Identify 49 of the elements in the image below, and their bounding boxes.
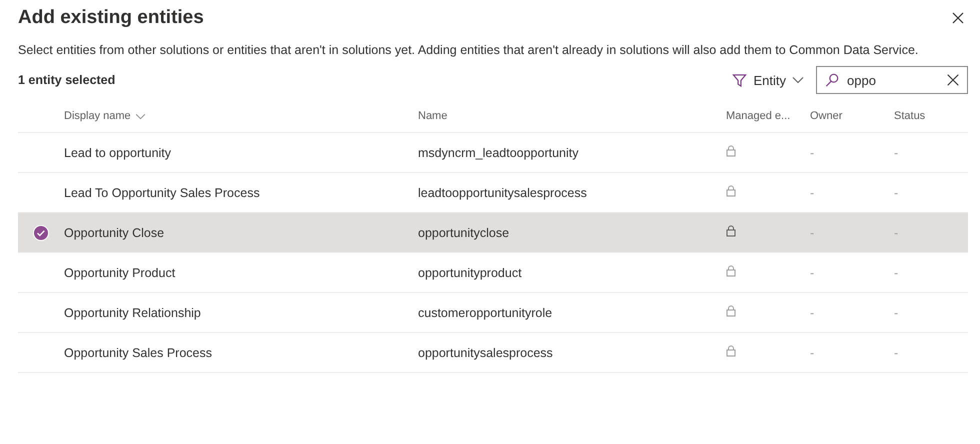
dialog-title: Add existing entities bbox=[18, 7, 204, 29]
clear-search-button[interactable] bbox=[946, 73, 960, 87]
sort-chevron-icon bbox=[134, 112, 146, 120]
table-cell-text: - bbox=[810, 266, 816, 280]
selection-count: 1 entity selected bbox=[18, 73, 116, 87]
table-cell-text: opportunityproduct bbox=[418, 266, 523, 280]
close-icon bbox=[950, 10, 966, 26]
lock-icon bbox=[726, 225, 736, 237]
column-header[interactable]: Display name bbox=[64, 110, 131, 122]
table-cell-text: - bbox=[894, 266, 900, 280]
table-cell-text: - bbox=[894, 146, 900, 160]
table-cell-text: - bbox=[810, 306, 816, 320]
column-header[interactable]: Managed e... bbox=[726, 110, 790, 122]
lock-icon bbox=[726, 305, 736, 317]
lock-icon bbox=[726, 185, 736, 197]
table-cell-text: customeropportunityrole bbox=[418, 306, 554, 320]
table-cell-text: - bbox=[894, 346, 900, 360]
table-cell-text: msdyncrm_leadtoopportunity bbox=[418, 146, 580, 160]
table-row[interactable]: Opportunity Close opportunityclose - - bbox=[18, 213, 968, 253]
table-cell-text: - bbox=[894, 306, 900, 320]
search-field[interactable]: oppo bbox=[816, 66, 968, 94]
table-cell-text: opportunityclose bbox=[418, 226, 510, 240]
table-cell-text: - bbox=[810, 226, 816, 240]
table-cell-text: Opportunity Sales Process bbox=[64, 346, 213, 360]
table-cell-text: - bbox=[894, 226, 900, 240]
filter-icon bbox=[732, 72, 748, 88]
table-cell-text: Opportunity Close bbox=[64, 226, 166, 240]
search-icon bbox=[825, 73, 839, 87]
column-header[interactable]: Owner bbox=[810, 110, 842, 122]
lock-icon bbox=[726, 145, 736, 157]
table-cell-text: - bbox=[810, 346, 816, 360]
table-cell-text: Opportunity Product bbox=[64, 266, 176, 280]
table-cell-text: - bbox=[810, 146, 816, 160]
column-header[interactable]: Name bbox=[418, 110, 448, 122]
table-cell-text: - bbox=[810, 186, 816, 200]
dialog-description: Select entities from other solutions or entities that aren't in solutions yet. Adding entities that aren't already in solutions will also add them to Common Data Service. bbox=[18, 42, 920, 59]
lock-icon bbox=[726, 265, 736, 277]
table-cell-text: opportunitysalesprocess bbox=[418, 346, 554, 360]
table-cell-text: Lead to opportunity bbox=[64, 146, 172, 160]
table-cell-text: leadtoopportunitysalesprocess bbox=[418, 186, 588, 200]
column-header[interactable]: Status bbox=[894, 110, 926, 122]
table-cell-text: Opportunity Relationship bbox=[64, 306, 202, 320]
lock-icon bbox=[726, 345, 736, 357]
entity-filter-button[interactable]: Entity bbox=[728, 68, 808, 92]
check-circle-icon[interactable] bbox=[33, 224, 49, 240]
chevron-down-icon bbox=[792, 76, 804, 84]
table-cell-text: - bbox=[894, 186, 900, 200]
table-cell-text: Lead To Opportunity Sales Process bbox=[64, 186, 261, 200]
clear-icon bbox=[946, 73, 960, 87]
